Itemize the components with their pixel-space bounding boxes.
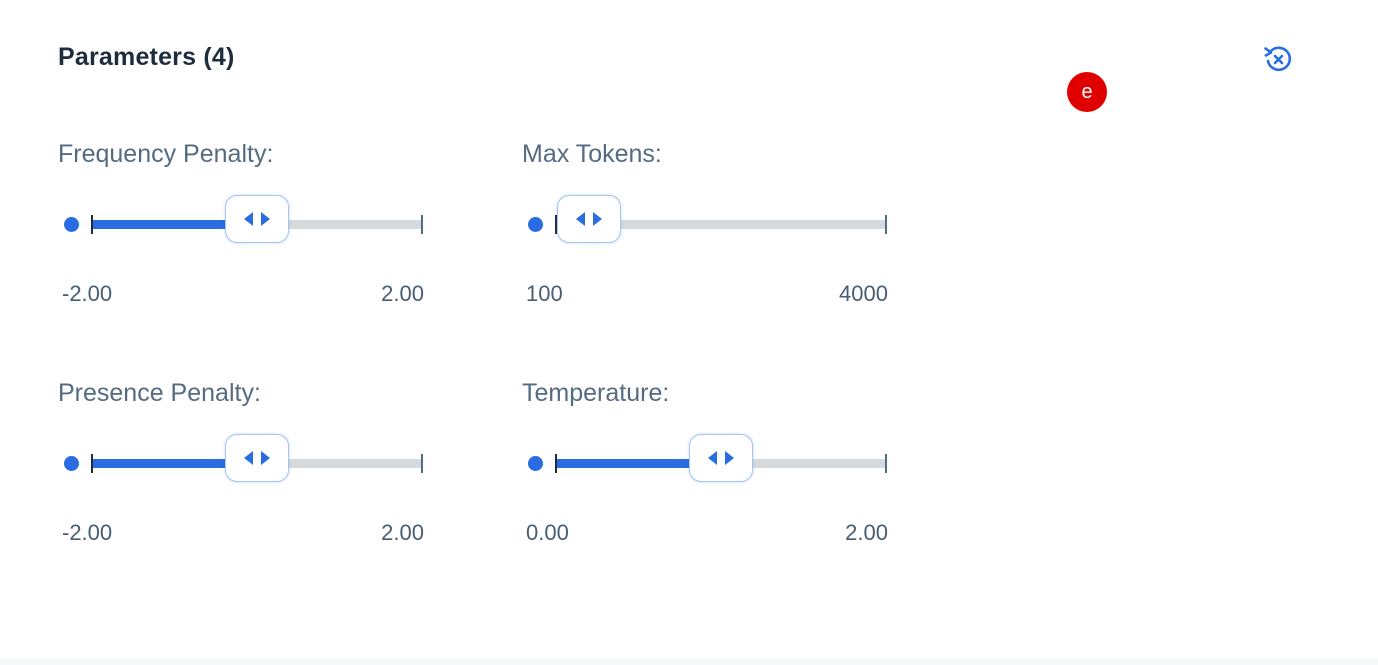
right-arrow-icon — [261, 451, 270, 465]
range-max-label: 2.00 — [381, 520, 424, 545]
reset-clear-icon — [1264, 46, 1292, 72]
range-min-label: 100 — [526, 281, 563, 306]
slider-min-dot[interactable] — [64, 217, 79, 232]
slider-end-tick — [885, 215, 887, 234]
param-label: Temperature: — [522, 379, 670, 407]
frequency-penalty-slider[interactable] — [58, 194, 468, 254]
status-badge: e — [1067, 72, 1107, 112]
slider-end-tick — [421, 454, 423, 473]
range-max-label: 2.00 — [381, 281, 424, 306]
param-label: Max Tokens: — [522, 140, 662, 168]
left-arrow-icon — [244, 212, 253, 226]
slider-min-dot[interactable] — [528, 217, 543, 232]
panel-title: Parameters (4) — [58, 43, 235, 71]
reset-button[interactable] — [1259, 40, 1297, 78]
param-max-tokens: Max Tokens: 100 4000 — [522, 140, 932, 340]
slider-end-tick — [421, 215, 423, 234]
slider-handle[interactable] — [225, 195, 289, 243]
param-presence-penalty: Presence Penalty: -2.00 2.00 — [58, 379, 468, 579]
slider-min-dot[interactable] — [528, 456, 543, 471]
param-temperature: Temperature: 0.00 2.00 — [522, 379, 932, 579]
range-max-label: 2.00 — [845, 520, 888, 545]
slider-start-tick — [91, 215, 93, 234]
range-min-label: -2.00 — [62, 281, 113, 306]
slider-handle[interactable] — [689, 434, 753, 482]
left-arrow-icon — [244, 451, 253, 465]
slider-min-dot[interactable] — [64, 456, 79, 471]
left-arrow-icon — [708, 451, 717, 465]
slider-start-tick — [555, 454, 557, 473]
left-arrow-icon — [576, 212, 585, 226]
slider-handle[interactable] — [557, 195, 621, 243]
bottom-divider — [0, 658, 1378, 665]
range-max-label: 4000 — [839, 281, 888, 306]
slider-end-tick — [885, 454, 887, 473]
temperature-slider[interactable] — [522, 433, 932, 493]
slider-handle[interactable] — [225, 434, 289, 482]
param-label: Frequency Penalty: — [58, 140, 274, 168]
param-label: Presence Penalty: — [58, 379, 261, 407]
right-arrow-icon — [593, 212, 602, 226]
presence-penalty-slider[interactable] — [58, 433, 468, 493]
range-min-label: 0.00 — [526, 520, 569, 545]
slider-start-tick — [91, 454, 93, 473]
range-min-label: -2.00 — [62, 520, 113, 545]
right-arrow-icon — [261, 212, 270, 226]
right-arrow-icon — [725, 451, 734, 465]
parameters-panel: Parameters (4) e Frequency Penalty: -2.0… — [0, 0, 1378, 665]
max-tokens-slider[interactable] — [522, 194, 932, 254]
param-frequency-penalty: Frequency Penalty: -2.00 2.00 — [58, 140, 468, 340]
